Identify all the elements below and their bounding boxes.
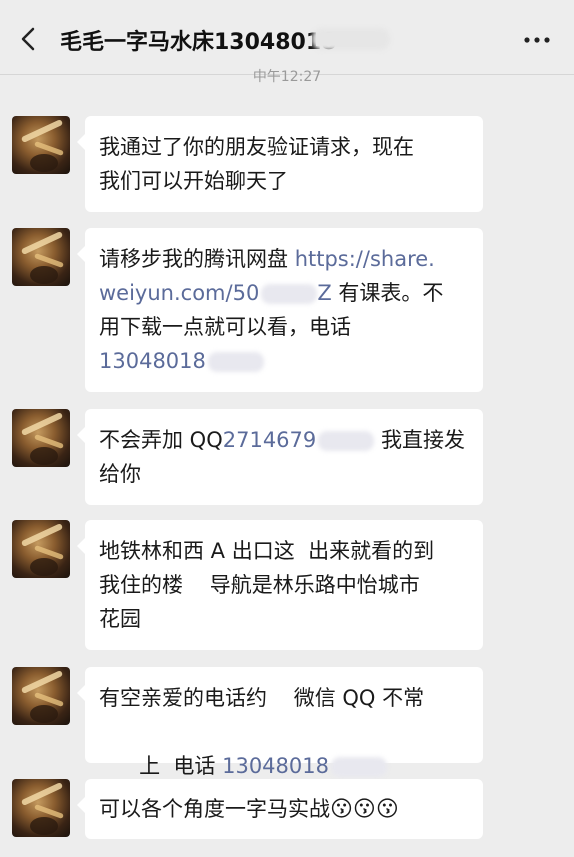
avatar[interactable] <box>12 228 70 286</box>
message-text: 我直接发 <box>374 428 465 452</box>
share-link[interactable]: Z <box>317 281 331 305</box>
kissing-face-icon: 😗😗😗 <box>330 797 399 822</box>
message-bubble[interactable]: 地铁林和西 A 出口这 出来就看的到 我住的楼 导航是林乐路中怡城市 花园 <box>77 520 483 650</box>
message-text: 我住的楼 导航是林乐路中怡城市 <box>99 573 420 597</box>
message-text: 有空亲爱的电话约 微信 QQ 不常 <box>99 686 425 710</box>
share-link[interactable]: weiyun.com/50 <box>99 281 259 305</box>
redaction-blur <box>261 284 318 304</box>
message-bubble[interactable]: 有空亲爱的电话约 微信 QQ 不常 上 电话 13048018 <box>77 667 483 778</box>
message-text: 用下载一点就可以看，电话 <box>99 315 351 339</box>
avatar[interactable] <box>12 409 70 467</box>
chat-title: 毛毛一字马水床13048018 <box>60 30 337 55</box>
message-text: 我们可以开始聊天了 <box>99 169 288 193</box>
redaction-blur <box>330 757 387 777</box>
message-bubble[interactable]: 不会弄加 QQ2714679 我直接发 给你 <box>77 409 483 505</box>
message-text: 我通过了你的朋友验证请求，现在 <box>99 135 414 159</box>
message-text: 地铁林和西 A 出口这 出来就看的到 <box>99 539 435 563</box>
message-text: 请移步我的腾讯网盘 <box>99 247 295 271</box>
phone-link[interactable]: 13048018 <box>222 754 329 778</box>
more-options-icon[interactable] <box>520 26 554 54</box>
avatar[interactable] <box>12 520 70 578</box>
share-link[interactable]: https://share. <box>295 247 435 271</box>
avatar[interactable] <box>12 779 70 837</box>
message-timestamp: 中午12:27 <box>252 69 322 85</box>
message-text: 上 电话 <box>139 754 223 778</box>
message-text: 给你 <box>99 462 141 486</box>
message-bubble[interactable]: 我通过了你的朋友验证请求，现在 我们可以开始聊天了 <box>77 116 483 212</box>
message-text: 可以各个角度一字马实战 <box>99 797 330 821</box>
message-text: 有课表。不 <box>331 281 444 305</box>
message-bubble[interactable]: 请移步我的腾讯网盘 https://share. weiyun.com/50 Z … <box>77 228 483 392</box>
qq-number[interactable]: 2714679 <box>223 428 317 452</box>
message-text: 不会弄加 QQ <box>99 428 223 452</box>
avatar[interactable] <box>12 116 70 174</box>
redaction-blur <box>318 431 375 451</box>
phone-link[interactable]: 13048018 <box>99 349 206 373</box>
chat-header: 毛毛一字马水床13048018 <box>0 0 574 75</box>
message-text: 花园 <box>99 607 141 631</box>
redaction-blur <box>312 28 390 50</box>
back-icon[interactable] <box>14 24 44 54</box>
redaction-blur <box>207 352 264 372</box>
avatar[interactable] <box>12 667 70 725</box>
message-bubble[interactable]: 可以各个角度一字马实战😗😗😗 <box>77 779 483 839</box>
